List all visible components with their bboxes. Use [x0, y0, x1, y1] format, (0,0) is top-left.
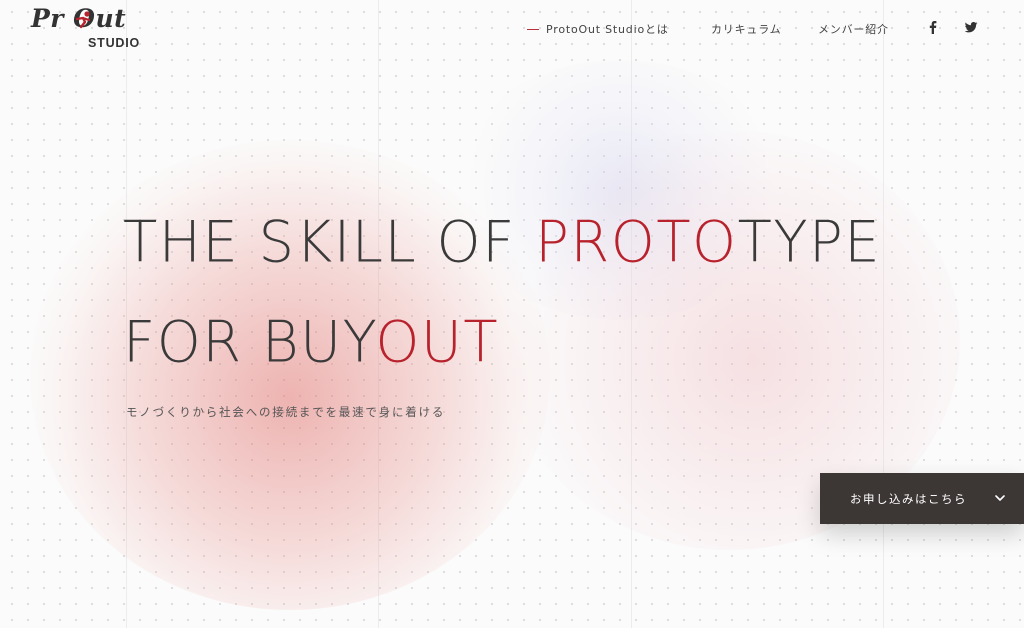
nav-item-about[interactable]: ProtoOut Studioとは [527, 21, 669, 37]
twitter-icon[interactable] [964, 20, 978, 34]
nav-item-label: ProtoOut Studioとは [546, 23, 669, 36]
active-indicator [527, 28, 539, 30]
site-header: Pr Out STUDIO ProtoOut Studioとは カリキュラム メ… [0, 0, 1024, 60]
site-logo[interactable]: Pr Out STUDIO [31, 4, 156, 54]
headline-text: TYPE [737, 209, 882, 276]
facebook-icon[interactable] [926, 20, 940, 34]
apply-button[interactable]: お申し込みはこちら [820, 473, 1024, 524]
headline-line-2: FOR BUYOUT [123, 307, 881, 378]
headline-accent-proto: PROTO [535, 209, 738, 276]
hero-headline: THE SKILL OF PROTOTYPE FOR BUYOUT [123, 208, 881, 378]
headline-line-1: THE SKILL OF PROTOTYPE [123, 207, 881, 278]
headline-text: THE SKILL OF [123, 209, 536, 276]
logo-studio-text: STUDIO [88, 36, 141, 50]
running-figure-icon [75, 11, 91, 29]
apply-button-label: お申し込みはこちら [850, 491, 967, 506]
hero-tagline: モノづくりから社会への接続までを最速で身に着ける [126, 405, 446, 419]
headline-text: FOR BUY [123, 309, 376, 376]
nav-item-curriculum[interactable]: カリキュラム [711, 21, 781, 37]
nav-item-members[interactable]: メンバー紹介 [818, 21, 889, 37]
chevron-down-icon [995, 495, 1005, 501]
headline-accent-out: OUT [375, 309, 500, 376]
